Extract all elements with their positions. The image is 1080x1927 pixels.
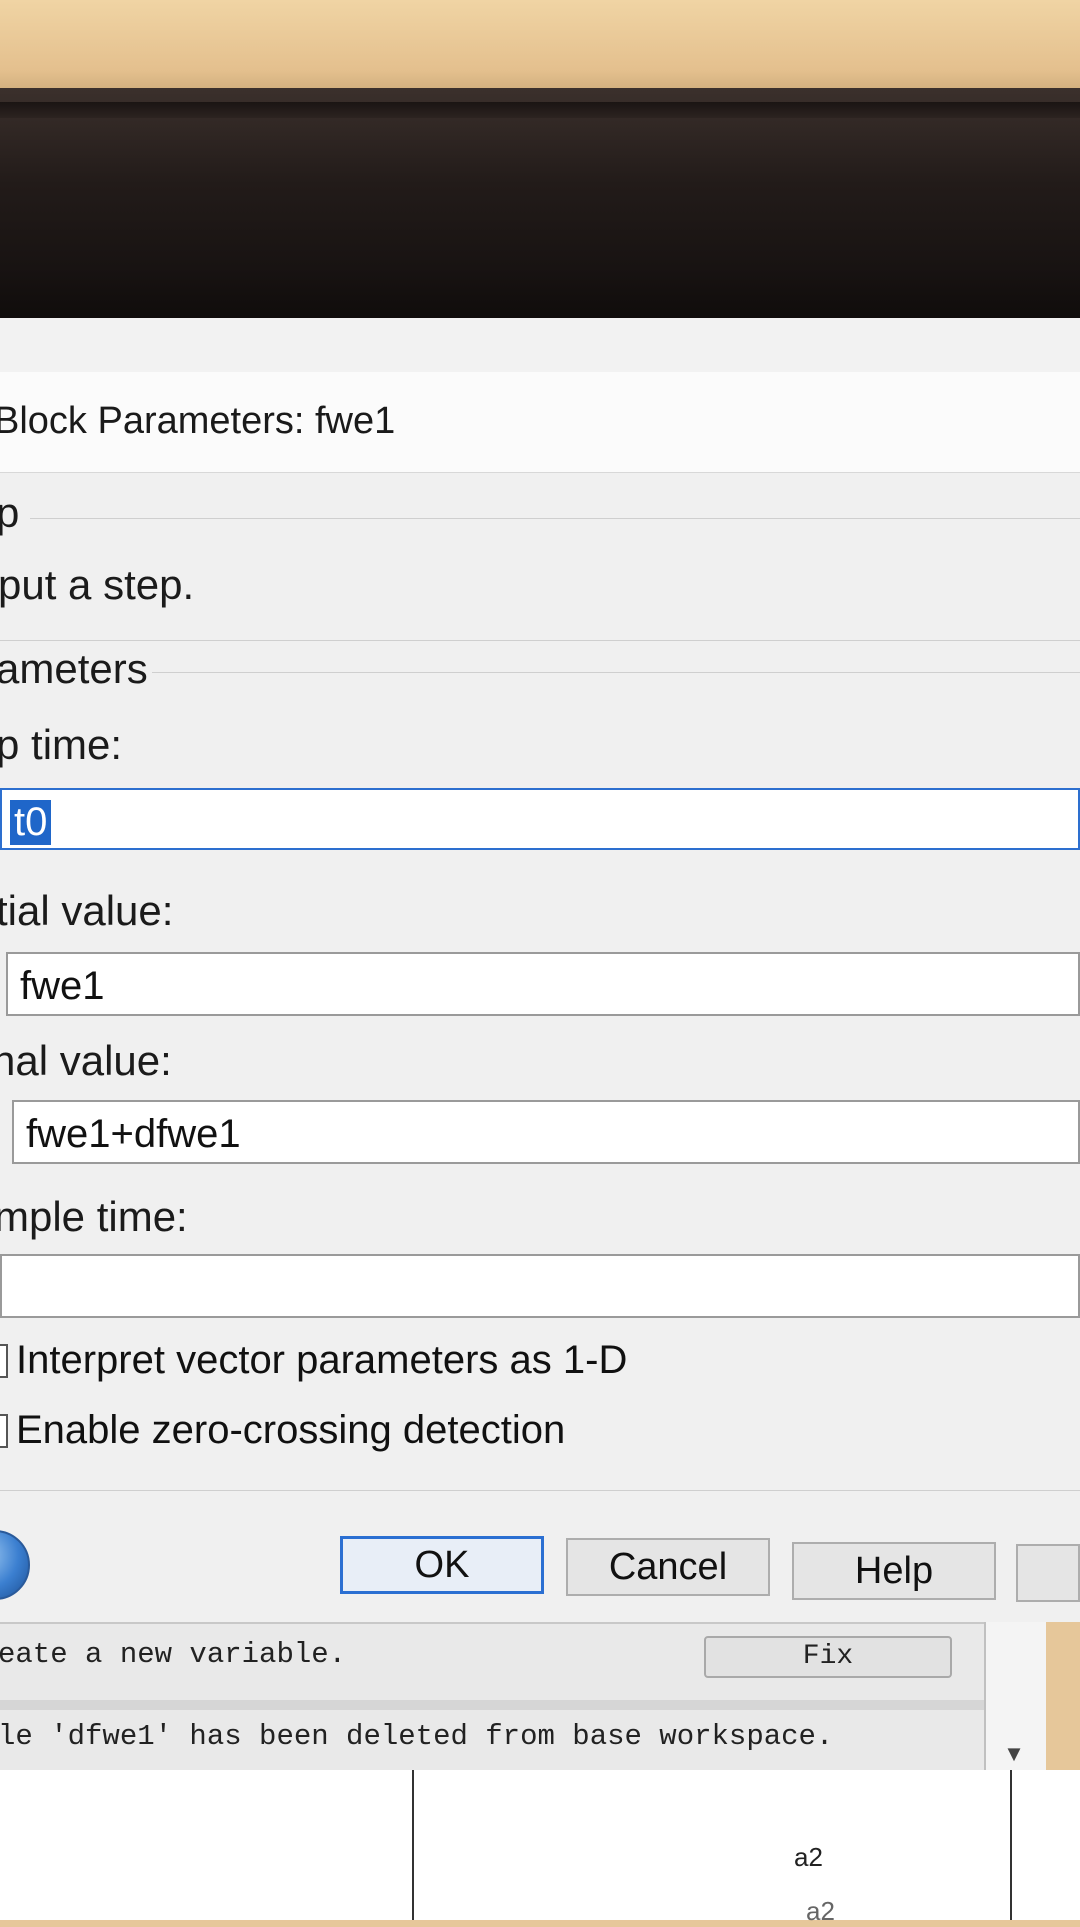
dialog-title-bar[interactable]: Block Parameters: fwe1 <box>0 372 1080 473</box>
subsystem-block[interactable] <box>412 1770 1012 1920</box>
description-divider <box>0 640 1080 641</box>
initial-value-value: fwe1 <box>20 964 105 1008</box>
block-type-divider <box>30 518 1080 519</box>
step-time-input[interactable]: t0 <box>0 788 1080 850</box>
checkbox-icon <box>0 1414 8 1448</box>
screen-top-strip <box>0 318 1080 373</box>
sample-time-label: mple time: <box>0 1193 188 1240</box>
model-canvas <box>0 1770 1080 1920</box>
diagnostics-scrollbar[interactable]: ▼ <box>984 1622 1046 1777</box>
help-button[interactable]: Help <box>792 1542 996 1600</box>
gain-block-label-a2: a2 <box>806 1896 835 1926</box>
initial-value-input[interactable]: fwe1 <box>6 952 1080 1016</box>
diagnostic-message-2: le 'dfwe1' has been deleted from base wo… <box>0 1720 834 1753</box>
initial-value-label: tial value: <box>0 887 174 934</box>
zero-crossing-label: Enable zero-crossing detection <box>16 1408 566 1452</box>
buttons-divider <box>0 1490 1080 1491</box>
interpret-vector-label: Interpret vector parameters as 1-D <box>16 1338 628 1382</box>
diagnostic-message-1: eate a new variable. <box>0 1638 347 1671</box>
final-value-label: nal value: <box>0 1037 172 1084</box>
help-icon[interactable] <box>0 1530 30 1600</box>
parameters-divider <box>152 672 1080 673</box>
signal-label-a2: a2 <box>794 1842 823 1872</box>
ok-button[interactable]: OK <box>340 1536 544 1594</box>
sample-time-input[interactable] <box>0 1254 1080 1318</box>
apply-button[interactable] <box>1016 1544 1080 1602</box>
monitor-bezel <box>0 88 1080 328</box>
step-time-label: p time: <box>0 721 123 768</box>
step-time-value: t0 <box>10 800 52 845</box>
block-parameters-dialog: Block Parameters: fwe1 p put a step. ame… <box>0 372 1080 1622</box>
dialog-title: Block Parameters: fwe1 <box>0 400 396 442</box>
monitor-bezel-edge <box>0 102 1080 118</box>
diagnostics-panel: eate a new variable. Fix le 'dfwe1' has … <box>0 1622 1000 1779</box>
block-description: put a step. <box>0 561 195 608</box>
fix-button[interactable]: Fix <box>704 1636 952 1678</box>
scroll-down-icon[interactable]: ▼ <box>986 1734 1042 1774</box>
final-value-input[interactable]: fwe1+dfwe1 <box>12 1100 1080 1164</box>
checkbox-icon <box>0 1344 8 1378</box>
cancel-button[interactable]: Cancel <box>566 1538 770 1596</box>
diagnostics-separator <box>0 1700 1000 1710</box>
block-type-label: p <box>0 489 20 536</box>
final-value-value: fwe1+dfwe1 <box>26 1112 241 1156</box>
parameters-section-label: ameters <box>0 645 148 692</box>
wall-background <box>0 0 1080 100</box>
